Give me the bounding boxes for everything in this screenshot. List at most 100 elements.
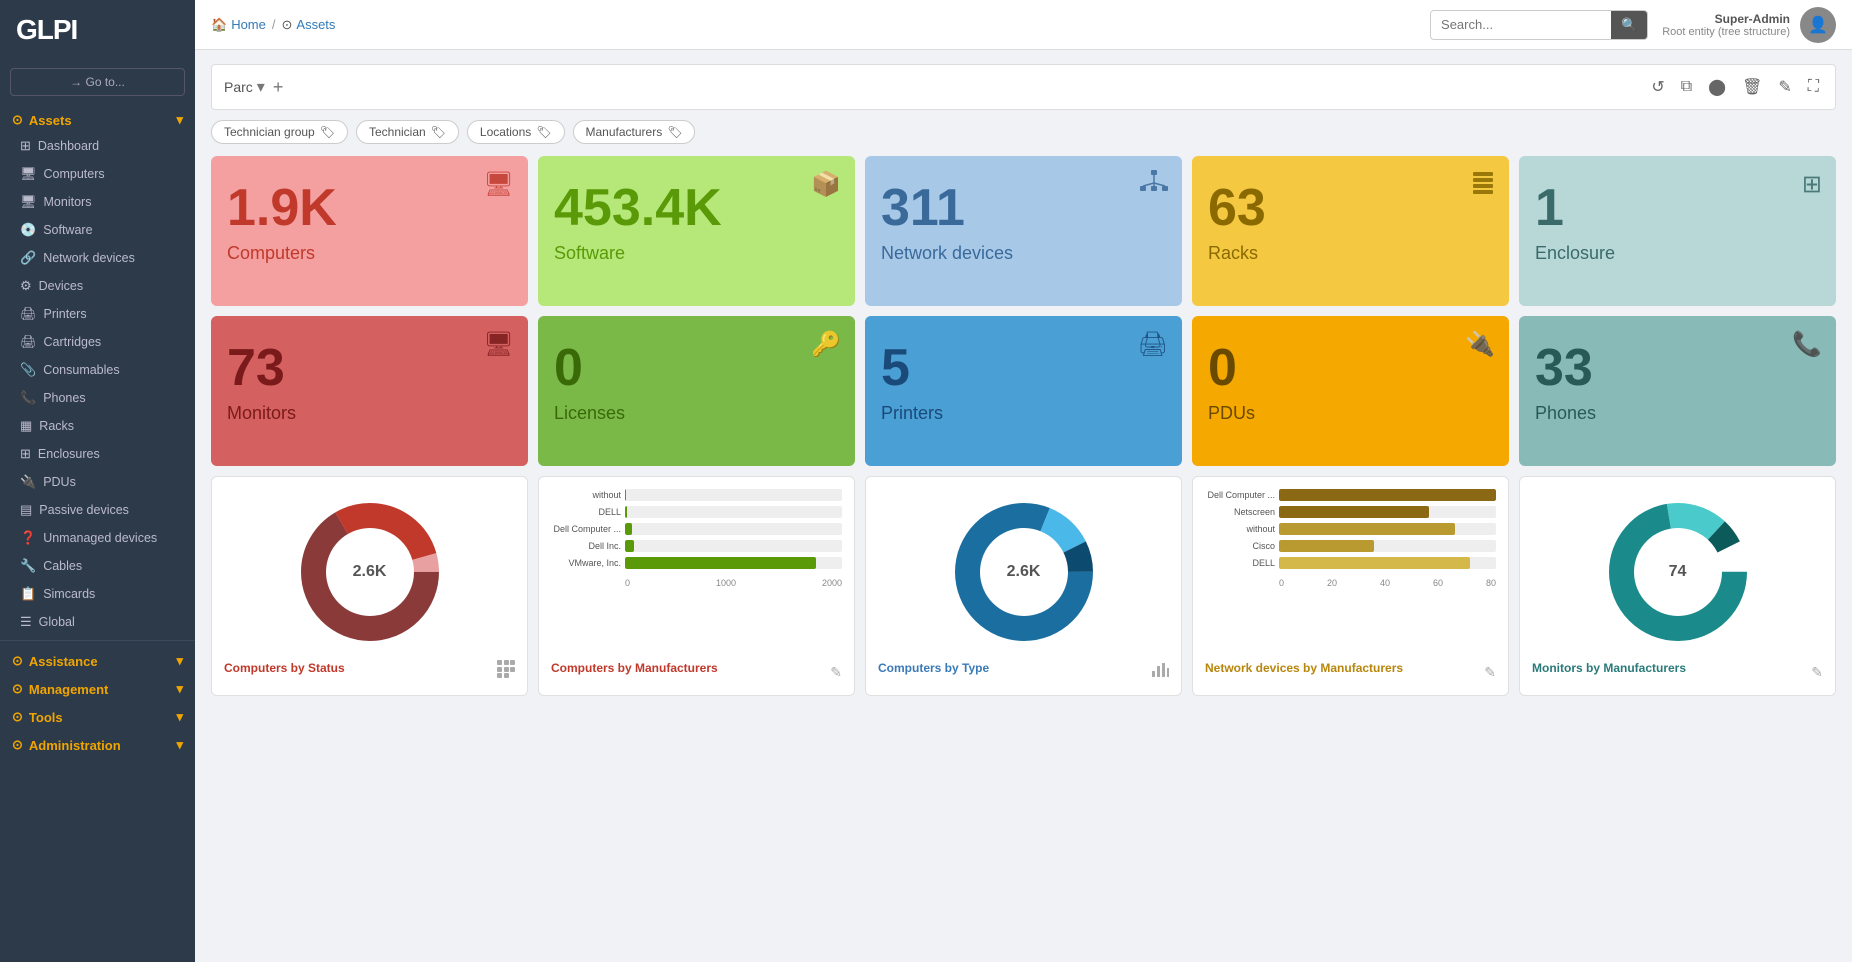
assets-label: Assets <box>29 113 72 128</box>
user-area: Super-Admin Root entity (tree structure)… <box>1662 7 1836 43</box>
tools-section[interactable]: ⊙ Tools ▾ <box>0 701 195 729</box>
goto-button[interactable]: → Go to... <box>10 68 185 96</box>
sidebar-item-passive-devices[interactable]: ▤ Passive devices <box>0 496 195 524</box>
bar-track <box>625 557 842 569</box>
stat-card-monitors[interactable]: 🖥 73 Monitors <box>211 316 528 466</box>
racks-stat-label: Racks <box>1208 243 1493 264</box>
sidebar-item-label: Phones <box>43 391 85 405</box>
stat-card-network[interactable]: 311 Network devices <box>865 156 1182 306</box>
filter-locations[interactable]: Locations 🏷 <box>467 120 565 144</box>
chart-footer: Computers by Manufacturers ✎ <box>551 661 842 683</box>
stat-card-licenses[interactable]: 🔑 0 Licenses <box>538 316 855 466</box>
chart-edit-icon[interactable]: ✎ <box>1484 664 1496 681</box>
administration-section[interactable]: ⊙ Administration ▾ <box>0 729 195 757</box>
administration-label: Administration <box>29 738 121 753</box>
global-icon: ☰ <box>20 614 32 630</box>
printers-stat-icon: 🖨 <box>1138 330 1168 359</box>
parc-caret[interactable]: ▾ <box>257 77 265 97</box>
stat-card-software[interactable]: 📦 453.4K Software <box>538 156 855 306</box>
filter-manufacturers[interactable]: Manufacturers 🏷 <box>573 120 696 144</box>
printers-icon: 🖨 <box>20 306 37 322</box>
sidebar-item-enclosures[interactable]: ⊞ Enclosures <box>0 440 195 468</box>
sidebar-item-simcards[interactable]: 📋 Simcards <box>0 580 195 608</box>
racks-stat-number: 63 <box>1208 180 1493 237</box>
sidebar-item-dashboard[interactable]: ⊞ Dashboard <box>0 132 195 160</box>
history-button[interactable]: ↺ <box>1647 73 1668 101</box>
stat-card-racks[interactable]: 63 Racks <box>1192 156 1509 306</box>
sidebar-item-label: Computers <box>44 167 105 181</box>
home-icon: 🏠 <box>211 17 227 33</box>
stat-card-phones[interactable]: 📞 33 Phones <box>1519 316 1836 466</box>
chart-footer: Monitors by Manufacturers ✎ <box>1532 661 1823 683</box>
filter-technician[interactable]: Technician 🏷 <box>356 120 459 144</box>
assets-section[interactable]: ⊙ Assets ▾ <box>0 104 195 132</box>
sidebar-item-monitors[interactable]: 🖥 Monitors <box>0 188 195 216</box>
content-area: Parc ▾ + ↺ ⧉ ⬤ 🗑 ✎ ⛶ Technician group 🏷 … <box>195 50 1852 962</box>
chart-footer: Computers by Status <box>224 660 515 683</box>
sidebar-item-printers[interactable]: 🖨 Printers <box>0 300 195 328</box>
bar-fill <box>625 523 632 535</box>
sidebar-item-phones[interactable]: 📞 Phones <box>0 384 195 412</box>
fullscreen-button[interactable]: ⛶ <box>1804 74 1823 100</box>
bar-fill <box>1279 506 1429 518</box>
sidebar-item-consumables[interactable]: 📎 Consumables <box>0 356 195 384</box>
bar-chart-network-manufacturers: Dell Computer ... Netscreen <box>1205 489 1496 588</box>
sidebar-item-racks[interactable]: ▦ Racks <box>0 412 195 440</box>
administration-chevron: ▾ <box>176 737 183 753</box>
stat-card-computers[interactable]: 🖥 1.9K Computers <box>211 156 528 306</box>
sidebar: GLPI → Go to... ⊙ Assets ▾ ⊞ Dashboard 🖥… <box>0 0 195 962</box>
bar-row: DELL <box>551 506 842 518</box>
devices-icon: ⚙ <box>20 278 32 294</box>
search-input[interactable] <box>1431 12 1611 37</box>
stat-card-enclosure[interactable]: ⊞ 1 Enclosure <box>1519 156 1836 306</box>
stat-card-printers[interactable]: 🖨 5 Printers <box>865 316 1182 466</box>
bar-fill <box>625 557 816 569</box>
sidebar-item-software[interactable]: 💿 Software <box>0 216 195 244</box>
bar-label: Netscreen <box>1205 507 1275 517</box>
sidebar-item-network-devices[interactable]: 🔗 Network devices <box>0 244 195 272</box>
sidebar-item-pdus[interactable]: 🔌 PDUs <box>0 468 195 496</box>
chart-type-icon <box>1151 660 1169 683</box>
sidebar-item-label: PDUs <box>43 475 76 489</box>
dashboard-icon: ⊞ <box>20 138 31 154</box>
chart-edit-icon[interactable]: ✎ <box>1811 664 1823 681</box>
sidebar-item-cables[interactable]: 🔧 Cables <box>0 552 195 580</box>
sidebar-item-label: Network devices <box>43 251 135 265</box>
sidebar-item-computers[interactable]: 🖥 Computers <box>0 160 195 188</box>
software-icon: 💿 <box>20 222 36 238</box>
enclosure-stat-label: Enclosure <box>1535 243 1820 264</box>
sidebar-item-devices[interactable]: ⚙ Devices <box>0 272 195 300</box>
search-button[interactable]: 🔍 <box>1611 11 1647 39</box>
printers-stat-label: Printers <box>881 403 1166 424</box>
bar-track <box>625 540 842 552</box>
pdus-stat-number: 0 <box>1208 340 1493 397</box>
bar-row: Dell Inc. <box>551 540 842 552</box>
breadcrumb-section[interactable]: Assets <box>296 17 335 32</box>
add-tab-button[interactable]: + <box>273 77 284 98</box>
bar-track <box>1279 557 1496 569</box>
breadcrumb-home[interactable]: Home <box>231 17 266 32</box>
stat-card-pdus[interactable]: 🔌 0 PDUs <box>1192 316 1509 466</box>
charts-grid: 2.6K Computers by Status without <box>211 476 1836 696</box>
bar-label: Dell Inc. <box>551 541 621 551</box>
chart-edit-icon[interactable]: ✎ <box>830 664 842 681</box>
software-stat-label: Software <box>554 243 839 264</box>
bar-axis: 020406080 <box>1205 578 1496 588</box>
sidebar-item-cartridges[interactable]: 🖨 Cartridges <box>0 328 195 356</box>
filter-tag-icon: 🏷 <box>536 125 551 139</box>
filter-technician-group[interactable]: Technician group 🏷 <box>211 120 348 144</box>
delete-button[interactable]: 🗑 <box>1738 73 1766 101</box>
phones-stat-icon: 📞 <box>1792 330 1822 359</box>
share-button[interactable]: ⬤ <box>1704 73 1730 101</box>
assistance-section[interactable]: ⊙ Assistance ▾ <box>0 645 195 673</box>
tools-label: Tools <box>29 710 63 725</box>
sidebar-item-unmanaged-devices[interactable]: ❓ Unmanaged devices <box>0 524 195 552</box>
edit-button[interactable]: ✎ <box>1774 73 1795 101</box>
logo[interactable]: GLPI <box>16 14 77 46</box>
sidebar-item-global[interactable]: ☰ Global <box>0 608 195 636</box>
management-section[interactable]: ⊙ Management ▾ <box>0 673 195 701</box>
donut-monitors-manufacturers: 74 <box>1603 497 1753 647</box>
copy-button[interactable]: ⧉ <box>1677 74 1696 100</box>
filter-label: Technician <box>369 125 426 139</box>
chart-area: 74 <box>1532 489 1823 655</box>
